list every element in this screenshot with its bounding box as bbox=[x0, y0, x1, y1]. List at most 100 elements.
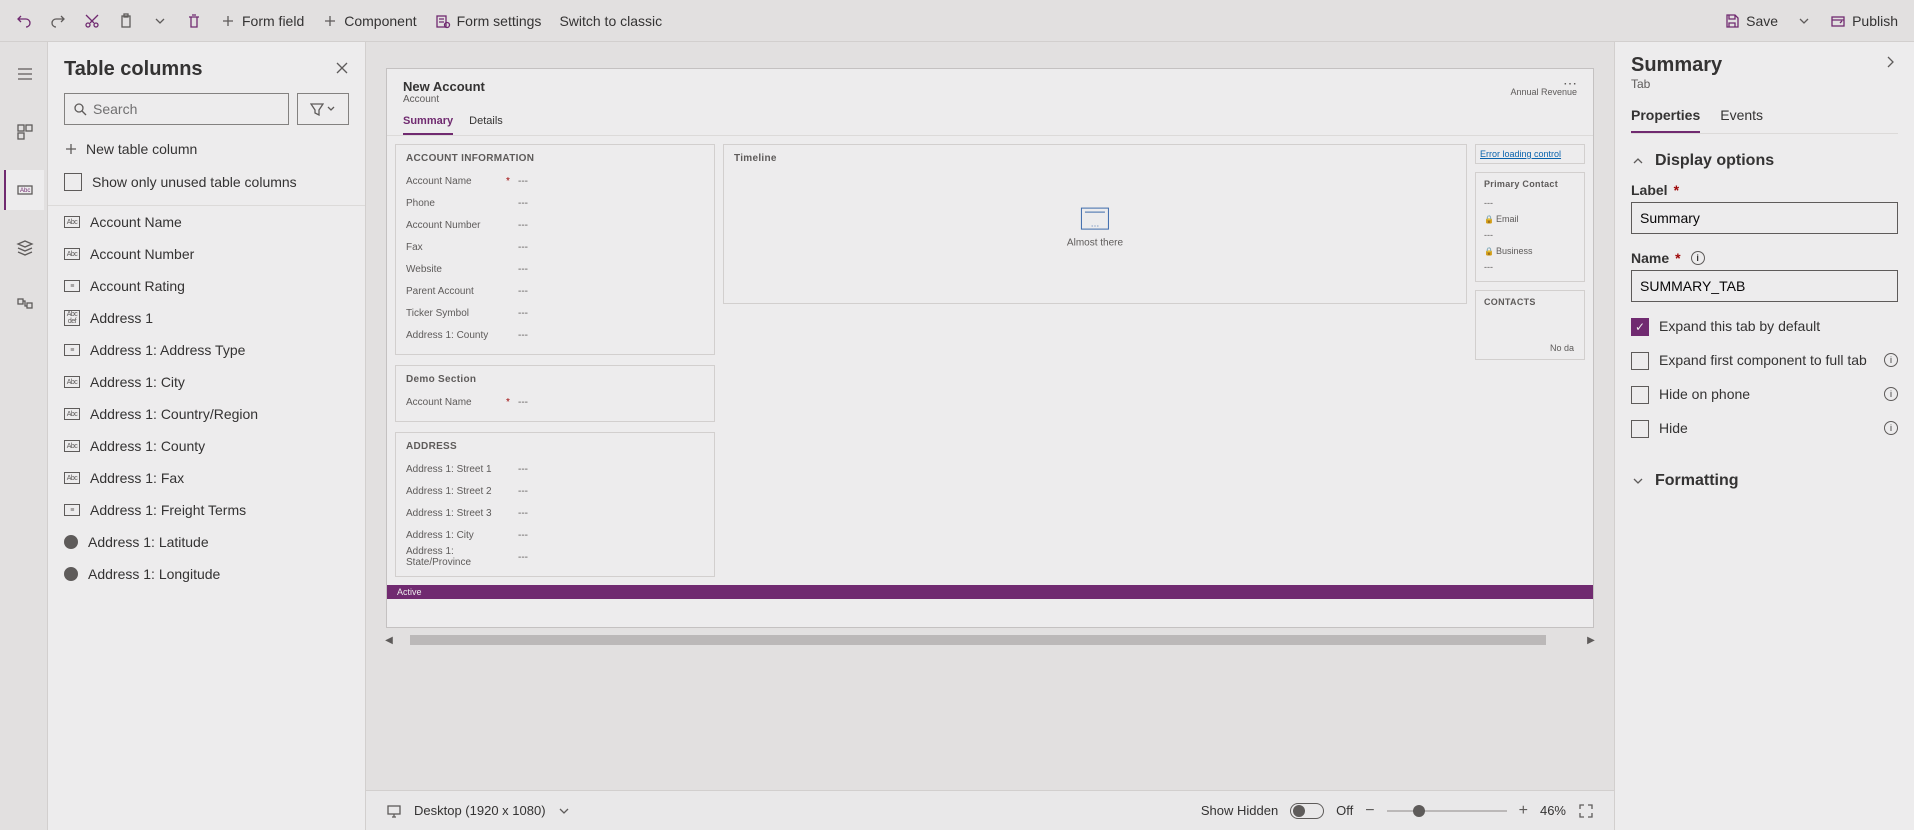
info-icon[interactable]: i bbox=[1884, 353, 1898, 367]
section-account-info[interactable]: ACCOUNT INFORMATION Account Name * --- P… bbox=[395, 144, 715, 355]
expand-default-label: Expand this tab by default bbox=[1659, 318, 1820, 334]
form-field-row[interactable]: Ticker Symbol --- bbox=[406, 302, 704, 324]
hide-checkbox[interactable] bbox=[1631, 420, 1649, 438]
fit-to-screen-icon[interactable] bbox=[1578, 803, 1594, 819]
column-item[interactable]: Abc Address 1: City bbox=[48, 366, 365, 398]
column-item[interactable]: Abc Address 1: Fax bbox=[48, 462, 365, 494]
form-field-row[interactable]: Address 1: State/Province --- bbox=[406, 546, 704, 568]
column-item[interactable]: Abc Account Name bbox=[48, 206, 365, 238]
undo-button[interactable] bbox=[8, 5, 40, 37]
scroll-right-icon[interactable]: ▶ bbox=[1584, 632, 1598, 648]
device-chevron-icon[interactable] bbox=[558, 805, 570, 817]
field-label: Account Name bbox=[406, 176, 506, 187]
column-item[interactable]: Address 1: Latitude bbox=[48, 526, 365, 558]
form-settings-button[interactable]: Form settings bbox=[427, 5, 550, 37]
form-tab-details[interactable]: Details bbox=[469, 115, 503, 135]
rp-tab-properties[interactable]: Properties bbox=[1631, 107, 1700, 133]
publish-button[interactable]: Publish bbox=[1822, 5, 1906, 37]
show-hidden-toggle[interactable] bbox=[1290, 803, 1324, 819]
field-value: --- bbox=[518, 176, 704, 187]
form-surface[interactable]: New Account Account ⋯ Annual Revenue Sum… bbox=[386, 68, 1594, 628]
rail-hamburger[interactable] bbox=[4, 54, 44, 94]
scroll-left-icon[interactable]: ◀ bbox=[382, 632, 396, 648]
form-tab-summary[interactable]: Summary bbox=[403, 115, 453, 135]
form-field-row[interactable]: Address 1: Street 1 --- bbox=[406, 458, 704, 480]
formatting-header[interactable]: Formatting bbox=[1631, 472, 1898, 490]
redo-button[interactable] bbox=[42, 5, 74, 37]
search-input[interactable] bbox=[93, 101, 280, 117]
rp-expand-icon[interactable] bbox=[1882, 54, 1898, 73]
form-field-row[interactable]: Address 1: Street 2 --- bbox=[406, 480, 704, 502]
rail-components[interactable] bbox=[4, 112, 44, 152]
error-loading-control[interactable]: Error loading control bbox=[1475, 144, 1585, 164]
form-field-row[interactable]: Address 1: County --- bbox=[406, 324, 704, 346]
form-field-row[interactable]: Phone --- bbox=[406, 192, 704, 214]
device-label[interactable]: Desktop (1920 x 1080) bbox=[414, 803, 546, 818]
rail-tree[interactable] bbox=[4, 286, 44, 326]
form-field-row[interactable]: Account Name * --- bbox=[406, 391, 704, 413]
column-item[interactable]: Abc Address 1: County bbox=[48, 430, 365, 462]
hide-phone-checkbox[interactable] bbox=[1631, 386, 1649, 404]
field-label: Address 1: Street 2 bbox=[406, 486, 506, 497]
paste-button[interactable] bbox=[110, 5, 142, 37]
form-field-row[interactable]: Account Number --- bbox=[406, 214, 704, 236]
expand-first-label: Expand first component to full tab bbox=[1659, 352, 1867, 368]
add-form-field-button[interactable]: Form field bbox=[212, 5, 312, 37]
delete-button[interactable] bbox=[178, 5, 210, 37]
save-more-button[interactable] bbox=[1788, 5, 1820, 37]
section-demo[interactable]: Demo Section Account Name * --- bbox=[395, 365, 715, 422]
info-icon[interactable]: i bbox=[1884, 387, 1898, 401]
form-field-label: Form field bbox=[242, 13, 304, 29]
form-field-row[interactable]: Address 1: City --- bbox=[406, 524, 704, 546]
filter-button[interactable] bbox=[297, 93, 349, 125]
switch-classic-button[interactable]: Switch to classic bbox=[551, 5, 670, 37]
save-button[interactable]: Save bbox=[1716, 5, 1786, 37]
business-val: --- bbox=[1484, 259, 1576, 275]
header-more-icon[interactable]: ⋯ bbox=[1510, 79, 1577, 87]
scrollbar-thumb[interactable] bbox=[410, 635, 1546, 645]
expand-first-checkbox[interactable] bbox=[1631, 352, 1649, 370]
info-icon[interactable]: i bbox=[1884, 421, 1898, 435]
column-item[interactable]: Abcdef Address 1 bbox=[48, 302, 365, 334]
paste-more-button[interactable] bbox=[144, 5, 176, 37]
form-field-row[interactable]: Parent Account --- bbox=[406, 280, 704, 302]
field-value: --- bbox=[518, 464, 704, 475]
form-field-row[interactable]: Fax --- bbox=[406, 236, 704, 258]
column-item[interactable]: Address 1: Longitude bbox=[48, 558, 365, 590]
column-label: Address 1: Latitude bbox=[88, 534, 209, 550]
zoom-in-button[interactable]: + bbox=[1519, 802, 1528, 820]
column-list[interactable]: Abc Account Name Abc Account Number ≡ Ac… bbox=[48, 206, 365, 818]
rp-tab-events[interactable]: Events bbox=[1720, 107, 1763, 133]
section-timeline[interactable]: Timeline Almost there bbox=[723, 144, 1467, 304]
column-item[interactable]: ≡ Address 1: Freight Terms bbox=[48, 494, 365, 526]
info-icon[interactable]: i bbox=[1691, 251, 1705, 265]
cut-button[interactable] bbox=[76, 5, 108, 37]
rail-layers[interactable] bbox=[4, 228, 44, 268]
form-field-row[interactable]: Account Name * --- bbox=[406, 170, 704, 192]
column-label: Address 1: Freight Terms bbox=[90, 502, 246, 518]
label-input[interactable] bbox=[1631, 202, 1898, 234]
table-columns-panel: Table columns New table column Show only… bbox=[48, 42, 366, 830]
column-item[interactable]: ≡ Account Rating bbox=[48, 270, 365, 302]
section-primary-contact[interactable]: Primary Contact --- Email --- Business -… bbox=[1475, 172, 1585, 282]
form-field-row[interactable]: Website --- bbox=[406, 258, 704, 280]
canvas-horizontal-scrollbar[interactable]: ◀ ▶ bbox=[386, 632, 1594, 648]
form-field-row[interactable]: Address 1: Street 3 --- bbox=[406, 502, 704, 524]
panel-close-button[interactable] bbox=[335, 61, 349, 78]
name-input[interactable] bbox=[1631, 270, 1898, 302]
search-box[interactable] bbox=[64, 93, 289, 125]
column-item[interactable]: ≡ Address 1: Address Type bbox=[48, 334, 365, 366]
display-options-header[interactable]: Display options bbox=[1631, 152, 1898, 170]
column-item[interactable]: Abc Address 1: Country/Region bbox=[48, 398, 365, 430]
column-item[interactable]: Abc Account Number bbox=[48, 238, 365, 270]
section-address[interactable]: ADDRESS Address 1: Street 1 --- Address … bbox=[395, 432, 715, 577]
new-table-column-button[interactable]: New table column bbox=[48, 135, 365, 163]
zoom-out-button[interactable]: − bbox=[1365, 802, 1374, 820]
save-label: Save bbox=[1746, 13, 1778, 29]
add-component-button[interactable]: Component bbox=[314, 5, 424, 37]
rail-columns[interactable]: Abc bbox=[4, 170, 44, 210]
show-unused-checkbox[interactable] bbox=[64, 173, 82, 191]
section-contacts[interactable]: CONTACTS No da bbox=[1475, 290, 1585, 360]
expand-default-checkbox[interactable] bbox=[1631, 318, 1649, 336]
zoom-slider[interactable] bbox=[1387, 810, 1507, 812]
